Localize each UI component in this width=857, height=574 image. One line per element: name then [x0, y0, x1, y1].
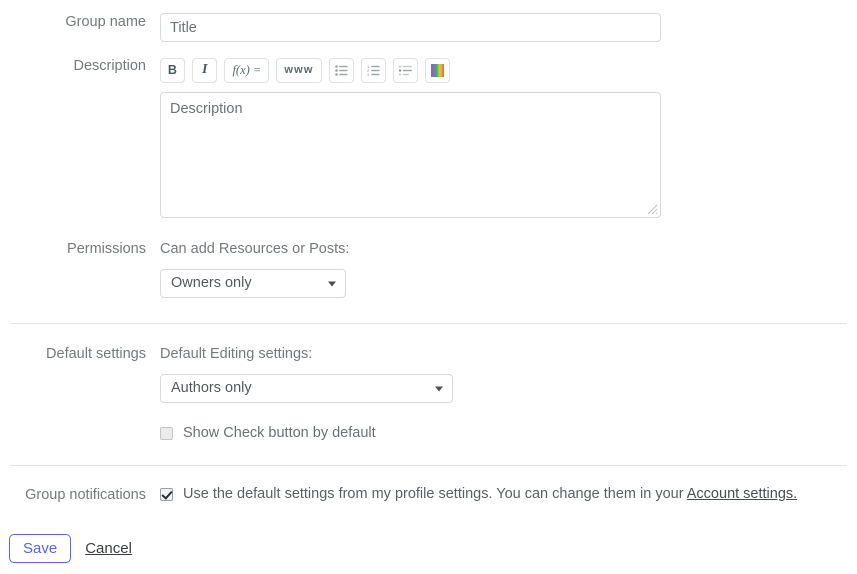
- permissions-sub-label: Can add Resources or Posts:: [160, 241, 350, 257]
- notifications-text-wrap: Use the default settings from my profile…: [183, 486, 797, 502]
- chevron-down-icon: [328, 281, 336, 286]
- description-row: Description B I f(x) = www 1 2 3 Descrip…: [0, 57, 857, 218]
- permissions-field-wrap: Can add Resources or Posts: Owners only: [160, 240, 857, 298]
- description-toolbar: B I f(x) = www 1 2 3: [160, 57, 857, 83]
- numbered-list-icon: 1 2 3: [367, 65, 380, 76]
- group-notifications-label: Group notifications: [25, 487, 146, 503]
- permissions-select[interactable]: Owners only: [160, 269, 346, 298]
- indent-list-icon: [398, 65, 412, 75]
- bold-button[interactable]: B: [160, 57, 185, 83]
- default-settings-field-wrap: Default Editing settings: Authors only S…: [160, 345, 857, 441]
- default-settings-row: Default settings Default Editing setting…: [0, 345, 857, 441]
- group-notifications-field-wrap: Use the default settings from my profile…: [160, 486, 857, 502]
- form-footer: Save Cancel: [0, 534, 857, 563]
- color-button[interactable]: [424, 57, 450, 83]
- group-name-field-wrap: [160, 13, 857, 42]
- notifications-check-line: Use the default settings from my profile…: [160, 486, 857, 502]
- numbered-list-button[interactable]: 1 2 3: [360, 57, 386, 83]
- permissions-row: Permissions Can add Resources or Posts: …: [0, 240, 857, 298]
- group-name-label: Group name: [65, 14, 146, 30]
- show-check-button-label: Show Check button by default: [183, 425, 376, 441]
- description-textarea[interactable]: [160, 92, 661, 218]
- show-check-button-checkbox[interactable]: [160, 426, 173, 440]
- group-name-row: Group name: [0, 13, 857, 42]
- description-field-wrap: B I f(x) = www 1 2 3: [160, 57, 857, 218]
- bulleted-list-icon: [334, 64, 348, 76]
- chevron-down-icon: [435, 386, 443, 391]
- default-editing-select[interactable]: Authors only: [160, 374, 453, 403]
- bulleted-list-button[interactable]: [328, 57, 354, 83]
- formula-button[interactable]: f(x) =: [224, 57, 270, 83]
- use-default-settings-checkbox[interactable]: [160, 487, 173, 501]
- svg-text:3: 3: [367, 72, 370, 76]
- section-divider-1: [10, 323, 847, 324]
- save-button[interactable]: Save: [9, 534, 72, 563]
- section-divider-2: [10, 465, 847, 466]
- default-editing-sub-label: Default Editing settings:: [160, 346, 313, 362]
- color-palette-icon: [430, 63, 444, 77]
- group-notifications-row: Group notifications Use the default sett…: [0, 486, 857, 504]
- italic-button[interactable]: I: [192, 57, 218, 83]
- show-check-button-row: Show Check button by default: [160, 425, 857, 441]
- notifications-text: Use the default settings from my profile…: [183, 486, 687, 502]
- description-label: Description: [73, 58, 146, 74]
- permissions-label: Permissions: [67, 241, 146, 257]
- group-name-input[interactable]: [160, 13, 661, 42]
- default-settings-label: Default settings: [46, 346, 146, 362]
- link-button[interactable]: www: [276, 57, 322, 83]
- cancel-link[interactable]: Cancel: [85, 540, 132, 557]
- description-textarea-wrap: [160, 92, 661, 218]
- indent-list-button[interactable]: [392, 57, 418, 83]
- account-settings-link[interactable]: Account settings.: [687, 486, 797, 502]
- default-editing-select-value: Authors only: [171, 380, 252, 396]
- permissions-select-value: Owners only: [171, 275, 252, 291]
